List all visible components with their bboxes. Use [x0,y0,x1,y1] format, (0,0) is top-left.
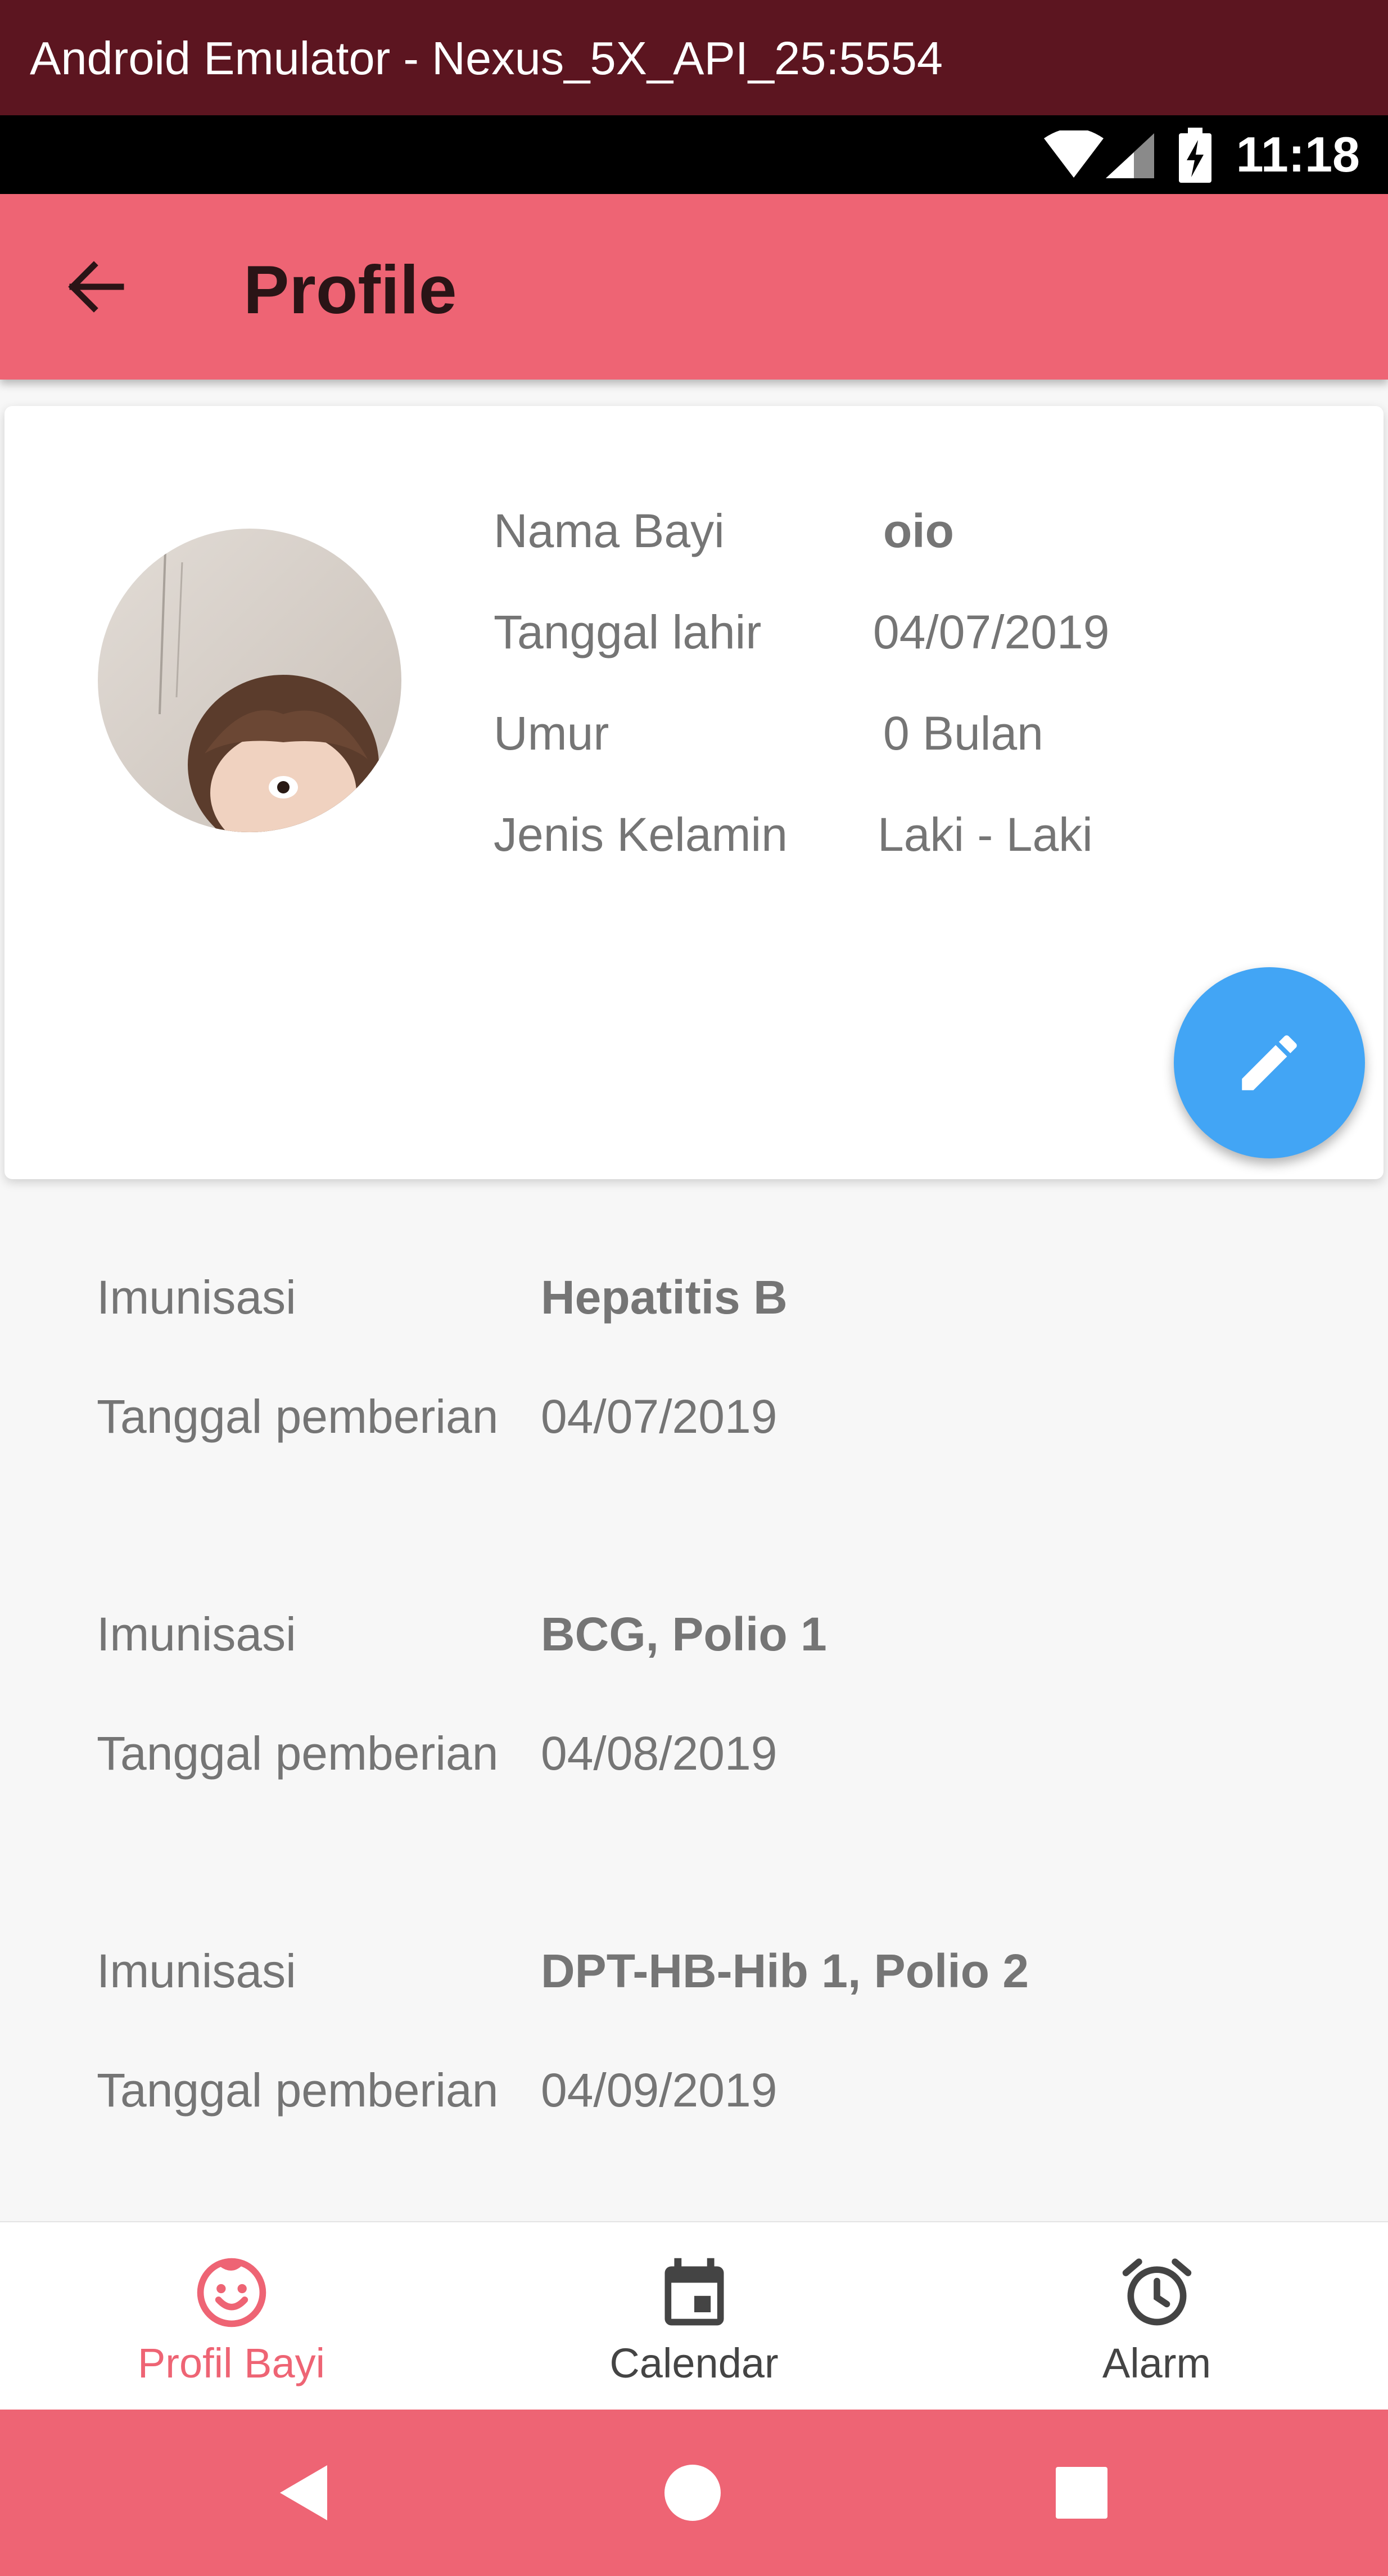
alarm-clock-icon [1122,2258,1191,2326]
nav-item-calendar[interactable]: Calendar [463,2222,925,2411]
window-title: Android Emulator - Nexus_5X_API_25:5554 [30,32,943,84]
nav-item-profil-bayi[interactable]: Profil Bayi [0,2222,463,2411]
date-label: Tanggal pemberian [97,2064,499,2117]
info-label-nama-bayi: Nama Bayi [494,504,725,557]
pencil-icon [1242,1035,1297,1090]
system-navigation-bar [0,2410,1388,2576]
immunization-name: DPT-HB-Hib 1, Polio 2 [541,1945,1029,1997]
info-label-jenis-kelamin: Jenis Kelamin [494,808,788,861]
nav-label-calendar: Calendar [609,2340,779,2386]
system-recents-button[interactable] [1039,2451,1124,2535]
emulator-title-bar: Android Emulator - Nexus_5X_API_25:5554 [0,0,1388,115]
page-title: Profile [243,251,457,328]
nav-item-alarm[interactable]: Alarm [925,2222,1388,2411]
bottom-navigation: Profil Bayi Calendar Alarm [0,2221,1388,2411]
immunization-name: BCG, Polio 1 [541,1608,827,1661]
info-value-umur: 0 Bulan [883,707,1043,760]
status-time: 11:18 [1236,127,1360,182]
app-bar: Profile [0,194,1388,380]
immunization-name: Hepatitis B [541,1271,788,1324]
system-back-button[interactable] [261,2451,346,2535]
wifi-icon [1044,130,1104,178]
date-label: Tanggal pemberian [97,1727,499,1780]
home-circle-icon [664,2465,721,2521]
immunization-label: Imunisasi [97,1945,296,1997]
nav-label-alarm: Alarm [1102,2340,1211,2386]
nav-label-profil-bayi: Profil Bayi [137,2340,325,2386]
back-button[interactable] [51,242,141,332]
info-label-tanggal-lahir: Tanggal lahir [494,606,762,658]
date-value: 04/08/2019 [541,1727,777,1780]
info-label-umur: Umur [494,707,609,760]
info-value-jenis-kelamin: Laki - Laki [878,808,1093,861]
system-home-button[interactable] [650,2451,735,2535]
immunization-label: Imunisasi [97,1608,296,1661]
calendar-icon [664,2258,724,2326]
date-label: Tanggal pemberian [97,1390,499,1443]
back-triangle-icon [280,2465,327,2520]
recents-square-icon [1056,2467,1107,2519]
info-value-nama-bayi: oio [883,504,954,557]
date-value: 04/09/2019 [541,2064,777,2117]
battery-charging-icon [1179,128,1211,183]
date-value: 04/07/2019 [541,1390,777,1443]
immunization-label: Imunisasi [97,1271,296,1324]
arrow-back-icon [68,261,124,313]
baby-face-icon [197,2258,266,2327]
status-bar: 11:18 [0,115,1388,194]
edit-button[interactable] [1174,967,1365,1158]
cell-signal-icon [1106,133,1154,178]
baby-photo[interactable] [98,529,401,832]
info-value-tanggal-lahir: 04/07/2019 [873,606,1110,658]
